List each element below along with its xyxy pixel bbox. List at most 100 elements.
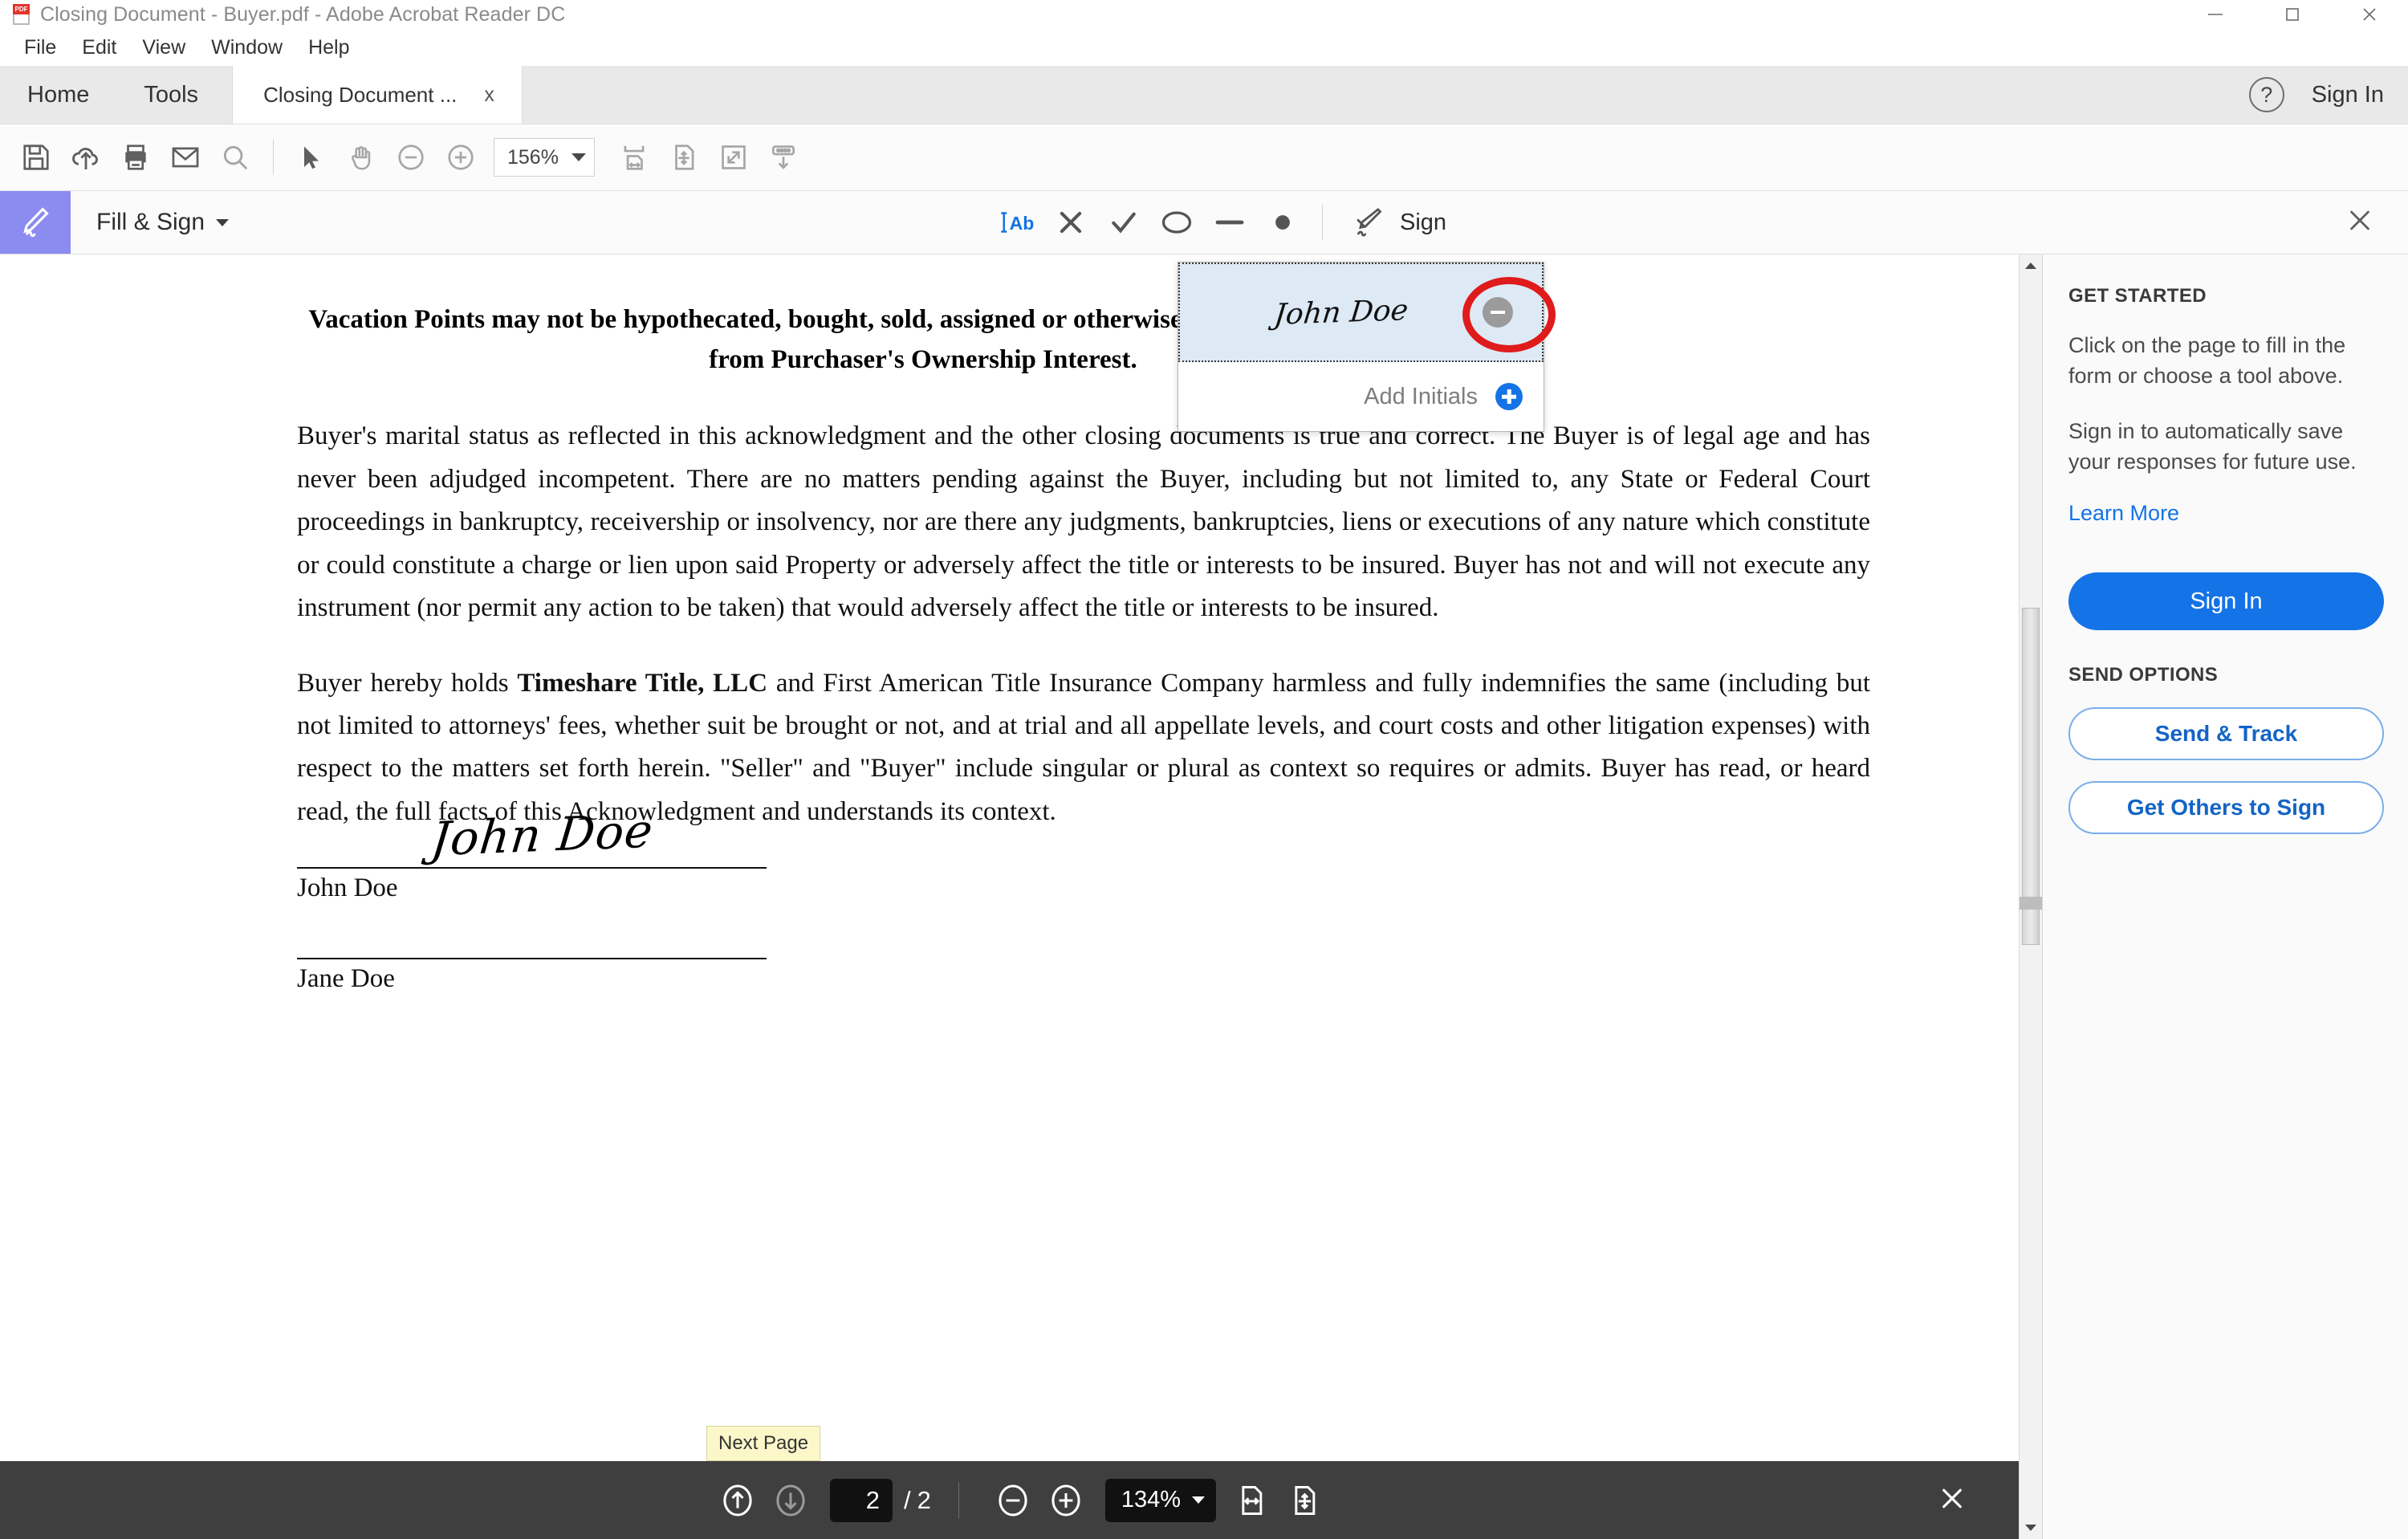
page-navigation-bar: 2 / 2 134% [0, 1461, 2019, 1539]
paragraph-2-pre: Buyer hereby holds [297, 668, 518, 698]
fill-and-sign-divider [1322, 205, 1323, 240]
get-started-heading: GET STARTED [2068, 285, 2207, 307]
cross-mark-tool-icon[interactable] [1044, 198, 1097, 246]
main-area: Vacation Points may not be hypothecated,… [0, 254, 2408, 1539]
main-toolbar: 156% [0, 124, 2408, 191]
upload-to-cloud-icon[interactable] [61, 132, 111, 182]
dot-tool-icon[interactable] [1256, 198, 1309, 246]
zoom-level-value: 156% [507, 145, 559, 169]
learn-more-link[interactable]: Learn More [2068, 501, 2179, 526]
saved-signature-item[interactable]: John Doe [1178, 263, 1544, 362]
menu-window[interactable]: Window [198, 29, 295, 66]
current-page-input[interactable]: 2 [829, 1478, 893, 1522]
page-separator: / [903, 1485, 911, 1514]
fit-width-icon-bottom[interactable] [1224, 1474, 1277, 1527]
signature-line [297, 956, 767, 960]
right-panel: GET STARTED Click on the page to fill in… [2042, 254, 2408, 1539]
select-cursor-icon[interactable] [287, 132, 336, 182]
zoom-level-dropdown[interactable]: 156% [494, 138, 595, 177]
scrollbar-thumb[interactable] [2022, 608, 2040, 945]
fit-width-icon[interactable] [609, 132, 659, 182]
minimize-icon[interactable] [2177, 0, 2254, 29]
previous-page-icon[interactable] [711, 1474, 764, 1527]
menu-help[interactable]: Help [295, 29, 362, 66]
sign-in-link[interactable]: Sign In [2312, 82, 2384, 108]
saved-signature-preview: John Doe [1272, 293, 1410, 332]
fill-and-sign-label: Fill & Sign [96, 209, 205, 235]
placed-signature[interactable]: John Doe [429, 804, 656, 867]
signature-block: John Doe John Doe Jane Doe [297, 804, 1898, 994]
menu-edit[interactable]: Edit [69, 29, 129, 66]
zoom-out-icon[interactable] [386, 132, 436, 182]
window-controls [2177, 0, 2408, 29]
signature-picker-popup[interactable]: John Doe Add Initials [1178, 262, 1544, 432]
get-others-to-sign-button[interactable]: Get Others to Sign [2068, 781, 2384, 835]
paragraph-2-company: Timeshare Title, LLC [517, 668, 768, 698]
get-started-text-2: Sign in to automatically save your respo… [2068, 418, 2357, 474]
sign-pen-icon [0, 191, 71, 254]
help-icon[interactable]: ? [2248, 77, 2284, 112]
close-icon[interactable] [2331, 0, 2408, 29]
tab-bar: Home Tools Closing Document ... x ? Sign… [0, 66, 2408, 124]
checkmark-tool-icon[interactable] [1097, 198, 1150, 246]
sign-in-button[interactable]: Sign In [2068, 572, 2384, 631]
svg-text:Ab: Ab [1010, 213, 1035, 234]
close-page-bar-icon[interactable] [1937, 1483, 1967, 1517]
next-page-tooltip: Next Page [706, 1426, 821, 1461]
scroll-up-arrow-icon[interactable] [2020, 254, 2042, 277]
add-initials-plus-icon[interactable] [1495, 383, 1523, 410]
sign-button[interactable]: Sign [1340, 198, 1446, 246]
add-initials-label: Add Initials [1364, 383, 1478, 409]
maximize-icon[interactable] [2254, 0, 2331, 29]
toolbar-divider [273, 140, 274, 175]
next-page-icon[interactable] [764, 1474, 817, 1527]
add-initials-row[interactable]: Add Initials [1178, 362, 1544, 431]
acrobat-reader-window: PDF Closing Document - Buyer.pdf - Adobe… [0, 0, 2408, 1539]
zoom-out-icon[interactable] [986, 1474, 1039, 1527]
hand-tool-icon[interactable] [336, 132, 386, 182]
print-icon[interactable] [111, 132, 161, 182]
remove-signature-icon[interactable] [1483, 297, 1513, 328]
circle-tool-icon[interactable] [1150, 198, 1203, 246]
chevron-down-icon [1192, 1496, 1206, 1504]
close-fill-and-sign-icon[interactable] [2345, 206, 2374, 239]
signature-name-john-doe: John Doe [297, 873, 398, 903]
menu-view[interactable]: View [129, 29, 198, 66]
signature-row-buyer: John Doe John Doe [297, 804, 1898, 903]
zoom-in-icon[interactable] [1039, 1474, 1092, 1527]
title-bar: PDF Closing Document - Buyer.pdf - Adobe… [0, 0, 2408, 29]
document-viewport[interactable]: Vacation Points may not be hypothecated,… [0, 254, 2019, 1539]
fill-and-sign-menu[interactable]: Fill & Sign [71, 191, 230, 254]
save-icon[interactable] [11, 132, 61, 182]
tab-home[interactable]: Home [0, 66, 116, 124]
tab-tools[interactable]: Tools [116, 66, 226, 124]
bottom-bar-divider [958, 1481, 959, 1519]
scrollbar-page-mark [2020, 897, 2042, 910]
email-icon[interactable] [161, 132, 210, 182]
fullscreen-icon[interactable] [709, 132, 759, 182]
fill-and-sign-tools: Ab Sign [991, 191, 1446, 254]
menu-bar: File Edit View Window Help [0, 29, 2408, 66]
document-paragraph-1: Buyer's marital status as reflected in t… [297, 421, 1870, 623]
text-tool-icon[interactable]: Ab [991, 198, 1044, 246]
page-nav-group: 2 / 2 [711, 1474, 931, 1527]
search-icon[interactable] [210, 132, 260, 182]
fit-page-icon[interactable] [659, 132, 709, 182]
tab-document[interactable]: Closing Document ... x [232, 66, 523, 124]
chevron-down-icon [571, 153, 586, 161]
zoom-level-dropdown-bottom[interactable]: 134% [1104, 1478, 1217, 1522]
send-and-track-button[interactable]: Send & Track [2068, 707, 2384, 761]
zoom-in-icon[interactable] [436, 132, 486, 182]
zoom-level-value-bottom: 134% [1121, 1487, 1182, 1513]
fit-page-icon-bottom[interactable] [1277, 1474, 1330, 1527]
tab-close-icon[interactable]: x [479, 82, 499, 108]
total-pages: 2 [917, 1485, 931, 1514]
menu-file[interactable]: File [11, 29, 69, 66]
signature-name-jane-doe: Jane Doe [297, 964, 395, 994]
scroll-down-arrow-icon[interactable] [2020, 1517, 2042, 1539]
scroll-down-icon[interactable] [759, 132, 808, 182]
zoom-controls-group: 134% [986, 1474, 1330, 1527]
document-scrollbar[interactable] [2019, 254, 2042, 1539]
line-tool-icon[interactable] [1203, 198, 1256, 246]
signature-row-co-buyer: Jane Doe [297, 956, 1898, 994]
